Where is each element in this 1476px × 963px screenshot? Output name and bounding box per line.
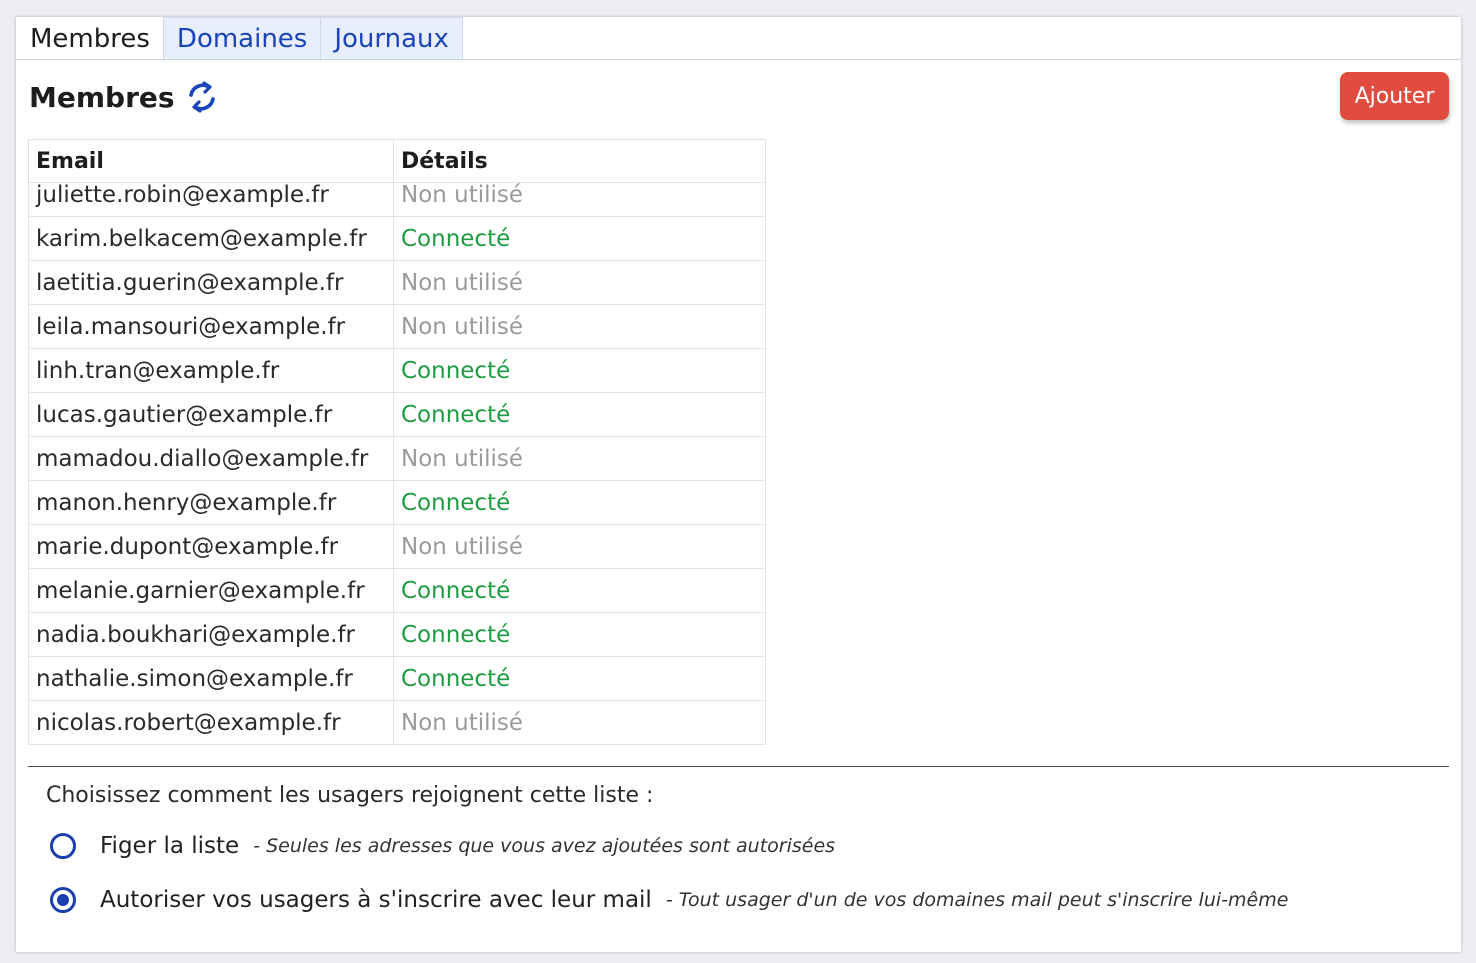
option-allow-signup[interactable]: Autoriser vos usagers à s'inscrire avec … [50,887,1288,913]
email-cell: nadia.boukhari@example.fr [29,613,394,656]
table-row[interactable]: karim.belkacem@example.fr Connecté [28,217,766,261]
radio-allow-signup[interactable] [50,887,76,913]
email-cell: nicolas.robert@example.fr [29,701,394,744]
table-row[interactable]: melanie.garnier@example.fr Connecté [28,569,766,613]
table-row[interactable]: mamadou.diallo@example.fr Non utilisé [28,437,766,481]
column-header-details[interactable]: Détails [394,140,765,182]
table-header: Email Détails [28,139,766,183]
tab-journaux[interactable]: Journaux [320,17,463,59]
tab-divider [16,59,1461,60]
refresh-icon[interactable] [187,80,217,114]
tab-domaines[interactable]: Domaines [162,17,322,59]
status-cell: Connecté [401,665,511,692]
status-cell: Non utilisé [401,313,524,340]
table-body: juliette.robin@example.fr Non utilisé kari… [28,173,766,745]
option-freeze-list[interactable]: Figer la liste - Seules les adresses que… [50,833,835,859]
option-description: - Seules les adresses que vous avez ajou… [253,835,836,857]
email-cell: melanie.garnier@example.fr [29,569,394,612]
option-label: Figer la liste [100,833,240,859]
table-row[interactable]: linh.tran@example.fr Connecté [28,349,766,393]
email-cell: lucas.gautier@example.fr [29,393,394,436]
page-title: Membres [29,80,175,114]
tab-membres[interactable]: Membres [16,17,164,59]
status-cell: Connecté [401,621,511,648]
status-cell: Non utilisé [401,533,524,560]
status-cell: Connecté [401,577,511,604]
status-cell: Non utilisé [401,269,524,296]
email-cell: laetitia.guerin@example.fr [29,261,394,304]
page-title-row: Membres [29,77,217,117]
radio-freeze-list[interactable] [50,833,76,859]
status-cell: Connecté [401,401,511,428]
table-row[interactable]: nathalie.simon@example.fr Connecté [28,657,766,701]
tab-bar: Membres Domaines Journaux [16,17,463,59]
table-row[interactable]: nicolas.robert@example.fr Non utilisé [28,701,766,745]
email-cell: linh.tran@example.fr [29,349,394,392]
table-row[interactable]: marie.dupont@example.fr Non utilisé [28,525,766,569]
table-row[interactable]: lucas.gautier@example.fr Connecté [28,393,766,437]
section-divider [28,766,1449,767]
members-table[interactable]: Email Détails juliette.robin@example.fr N… [28,139,766,753]
status-cell: Connecté [401,357,511,384]
email-cell: karim.belkacem@example.fr [29,217,394,260]
table-row[interactable]: manon.henry@example.fr Connecté [28,481,766,525]
main-panel: Membres Domaines Journaux Membres Ajoute… [16,17,1461,952]
email-cell: marie.dupont@example.fr [29,525,394,568]
radio-selected-dot [57,894,69,906]
column-header-email[interactable]: Email [29,140,394,182]
table-row[interactable]: nadia.boukhari@example.fr Connecté [28,613,766,657]
email-cell: nathalie.simon@example.fr [29,657,394,700]
table-row[interactable]: laetitia.guerin@example.fr Non utilisé [28,261,766,305]
table-row[interactable]: leila.mansouri@example.fr Non utilisé [28,305,766,349]
status-cell: Non utilisé [401,709,524,736]
status-cell: Connecté [401,489,511,516]
status-cell: Connecté [401,225,511,252]
email-cell: mamadou.diallo@example.fr [29,437,394,480]
email-cell: leila.mansouri@example.fr [29,305,394,348]
status-cell: Non utilisé [401,445,524,472]
join-question: Choisissez comment les usagers rejoignen… [46,783,654,808]
add-button[interactable]: Ajouter [1340,72,1449,120]
option-label: Autoriser vos usagers à s'inscrire avec … [100,887,652,913]
option-description: - Tout usager d'un de vos domaines mail … [665,889,1289,911]
email-cell: manon.henry@example.fr [29,481,394,524]
